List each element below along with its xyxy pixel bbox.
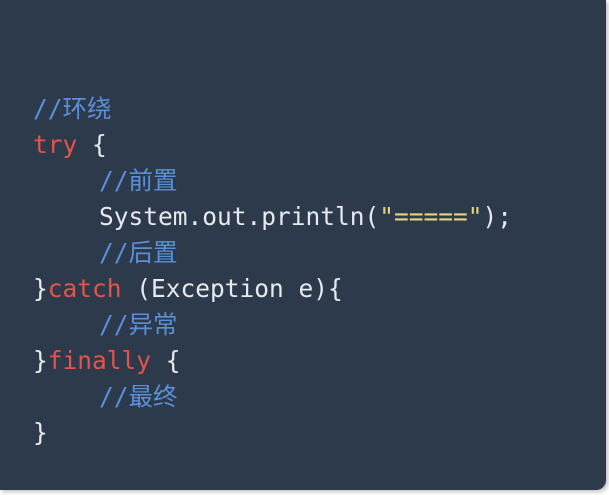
code-line-10: } — [33, 415, 512, 451]
catch-params: (Exception e){ — [121, 274, 343, 303]
close-brace-catch: } — [33, 346, 48, 375]
close-brace-try: } — [33, 274, 48, 303]
code-line-5: //后置 — [33, 235, 512, 271]
code-line-6: }catch (Exception e){ — [33, 271, 512, 307]
println-call: System.out.println( — [99, 202, 380, 231]
string-literal: "=====" — [379, 202, 483, 231]
code-editor: //环绕 try { //前置 System.out.println("=====")… — [0, 0, 606, 490]
keyword-catch: catch — [47, 274, 122, 303]
code-line-1: //环绕 — [33, 91, 512, 127]
code-line-9: //最终 — [33, 379, 512, 415]
code-line-2: try { — [33, 127, 512, 163]
statement-end: ); — [482, 202, 513, 231]
code-line-4: System.out.println("====="); — [33, 199, 512, 235]
close-brace-finally: } — [33, 418, 48, 447]
comment-before: //前置 — [99, 166, 178, 195]
keyword-try: try — [33, 130, 78, 159]
code-line-3: //前置 — [33, 163, 512, 199]
open-brace: { — [77, 130, 107, 159]
comment-after: //后置 — [99, 238, 178, 267]
code-block: //环绕 try { //前置 System.out.println("=====")… — [33, 91, 512, 451]
finally-brace: { — [151, 346, 181, 375]
screenshot-frame: //环绕 try { //前置 System.out.println("=====")… — [0, 0, 609, 495]
comment-surround: //环绕 — [33, 94, 112, 123]
code-line-7: //异常 — [33, 307, 512, 343]
code-line-8: }finally { — [33, 343, 512, 379]
keyword-finally: finally — [47, 346, 152, 375]
comment-final: //最终 — [99, 382, 178, 411]
comment-exception: //异常 — [99, 310, 178, 339]
